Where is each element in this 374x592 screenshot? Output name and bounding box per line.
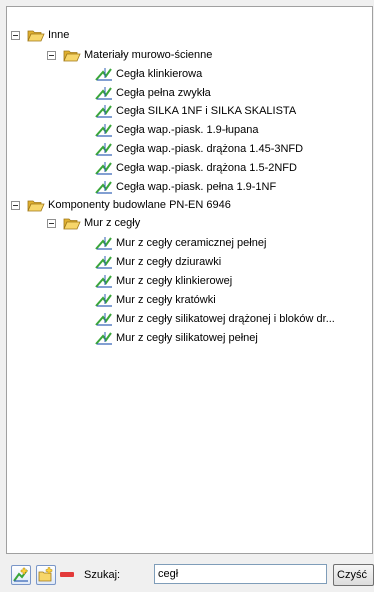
item-label: Mur z cegły klinkierowej — [116, 275, 233, 287]
material-tree[interactable]: Inne Materiały murowo-ścienne Cegła klin… — [7, 7, 372, 553]
open-folder-icon — [27, 200, 45, 211]
open-folder-icon — [63, 218, 81, 229]
list-item[interactable]: Cegła klinkierowa — [95, 66, 202, 82]
item-label: Cegła wap.-piask. pełna 1.9-1NF — [116, 181, 277, 193]
tree-node-mur[interactable]: Mur z cegły — [47, 215, 140, 231]
material-graph-icon — [95, 256, 112, 269]
list-item[interactable]: Mur z cegły ceramicznej pełnej — [95, 235, 266, 251]
tree-node-label: Inne — [48, 29, 70, 41]
tree-node-materialy[interactable]: Materiały murowo-ścienne — [47, 47, 212, 63]
tree-node-label: Komponenty budowlane PN-EN 6946 — [48, 199, 231, 211]
list-item[interactable]: Cegła wap.-piask. drążona 1.5-2NFD — [95, 160, 297, 176]
material-graph-icon — [95, 237, 112, 250]
list-item[interactable]: Mur z cegły kratówki — [95, 292, 216, 308]
list-item[interactable]: Mur z cegły klinkierowej — [95, 273, 232, 289]
list-item[interactable]: Cegła wap.-piask. 1.9-łupana — [95, 122, 258, 138]
tree-node-label: Materiały murowo-ścienne — [84, 49, 213, 61]
add-folder-icon — [38, 567, 53, 582]
item-label: Cegła wap.-piask. drążona 1.5-2NFD — [116, 162, 297, 174]
item-label: Mur z cegły silikatowej drążonej i blokó… — [116, 313, 335, 325]
item-label: Mur z cegły kratówki — [116, 294, 216, 306]
item-label: Mur z cegły ceramicznej pełnej — [116, 237, 267, 249]
material-graph-icon — [95, 275, 112, 288]
material-graph-icon — [95, 181, 112, 194]
open-folder-icon — [63, 50, 81, 61]
remove-icon[interactable] — [60, 569, 74, 580]
list-item[interactable]: Mur z cegły dziurawki — [95, 254, 221, 270]
material-graph-icon — [95, 162, 112, 175]
list-item[interactable]: Mur z cegły silikatowej pełnej — [95, 330, 258, 346]
item-label: Cegła wap.-piask. drążona 1.45-3NFD — [116, 143, 304, 155]
search-input[interactable] — [154, 564, 327, 584]
collapse-icon[interactable] — [47, 218, 56, 228]
item-label: Cegła klinkierowa — [116, 68, 203, 80]
collapse-icon[interactable] — [11, 30, 20, 40]
collapse-icon[interactable] — [11, 200, 20, 210]
list-item[interactable]: Cegła pełna zwykła — [95, 85, 211, 101]
item-label: Cegła wap.-piask. 1.9-łupana — [116, 124, 259, 136]
tree-node-inne[interactable]: Inne — [11, 27, 69, 43]
clear-button[interactable]: Czyść — [333, 564, 374, 586]
material-graph-icon — [95, 294, 112, 307]
add-material-button[interactable] — [11, 565, 31, 585]
material-graph-icon — [95, 105, 112, 118]
bottom-toolbar: Szukaj: Czyść — [0, 556, 374, 592]
add-folder-button[interactable] — [36, 565, 56, 585]
tree-node-label: Mur z cegły — [84, 217, 141, 229]
tree-node-komponenty[interactable]: Komponenty budowlane PN-EN 6946 — [11, 197, 231, 213]
search-label: Szukaj: — [84, 569, 121, 581]
material-graph-icon — [95, 68, 112, 81]
list-item[interactable]: Cegła wap.-piask. pełna 1.9-1NF — [95, 179, 276, 195]
item-label: Cegła SILKA 1NF i SILKA SKALISTA — [116, 105, 297, 117]
item-label: Cegła pełna zwykła — [116, 87, 211, 99]
collapse-icon[interactable] — [47, 50, 56, 60]
material-graph-icon — [95, 332, 112, 345]
material-graph-icon — [95, 313, 112, 326]
material-graph-icon — [95, 87, 112, 100]
item-label: Mur z cegły dziurawki — [116, 256, 222, 268]
item-label: Mur z cegły silikatowej pełnej — [116, 332, 258, 344]
tree-panel: Inne Materiały murowo-ścienne Cegła klin… — [6, 6, 373, 554]
open-folder-icon — [27, 30, 45, 41]
material-graph-icon — [95, 143, 112, 156]
material-graph-icon — [95, 124, 112, 137]
list-item[interactable]: Cegła wap.-piask. drążona 1.45-3NFD — [95, 141, 303, 157]
list-item[interactable]: Cegła SILKA 1NF i SILKA SKALISTA — [95, 103, 296, 119]
add-material-icon — [13, 567, 28, 582]
list-item[interactable]: Mur z cegły silikatowej drążonej i blokó… — [95, 311, 335, 327]
